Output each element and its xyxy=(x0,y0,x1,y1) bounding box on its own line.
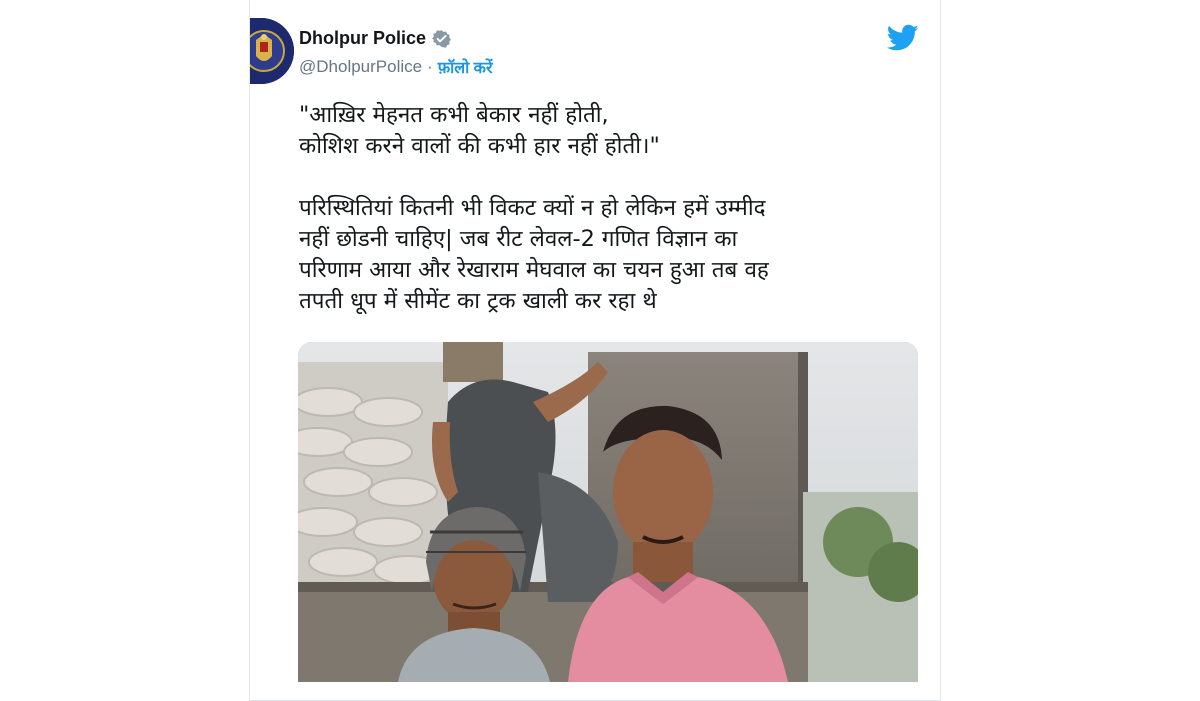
follow-button[interactable]: फ़ॉलो करें xyxy=(438,56,493,78)
tweet-text: "आख़िर मेहनत कभी बेकार नहीं होती, कोशिश … xyxy=(299,100,929,317)
author-name[interactable]: Dholpur Police xyxy=(299,28,426,49)
tweet-photo[interactable] xyxy=(298,342,918,682)
avatar[interactable] xyxy=(250,18,294,84)
tweet-card: Dholpur Police @DholpurPolice · फ़ॉलो कर… xyxy=(249,0,941,701)
tweet-body-line-2: नहीं छोडनी चाहिए| जब रीट लेवल-2 गणित विज… xyxy=(299,226,738,252)
tweet-body-line-1: परिस्थितियां कितनी भी विकट क्यों न हो ले… xyxy=(299,195,766,221)
photo-two-men-cement-truck xyxy=(298,342,918,682)
separator-dot: · xyxy=(427,57,433,76)
handle-row: @DholpurPolice · फ़ॉलो करें xyxy=(299,56,493,78)
tweet-quote-line-1: "आख़िर मेहनत कभी बेकार नहीं होती, xyxy=(299,102,609,128)
author-handle[interactable]: @DholpurPolice xyxy=(299,57,422,77)
tweet-quote-line-2: कोशिश करने वालों की कभी हार नहीं होती।" xyxy=(299,133,660,159)
twitter-bird-icon[interactable] xyxy=(887,24,919,52)
police-emblem-icon xyxy=(250,18,294,84)
tweet-body-line-3: परिणाम आया और रेखाराम मेघवाल का चयन हुआ … xyxy=(299,257,769,283)
tweet-body-line-4: तपती धूप में सीमेंट का ट्रक खाली कर रहा … xyxy=(299,288,657,314)
verified-badge-icon xyxy=(432,29,451,48)
author-name-row: Dholpur Police xyxy=(299,26,451,50)
